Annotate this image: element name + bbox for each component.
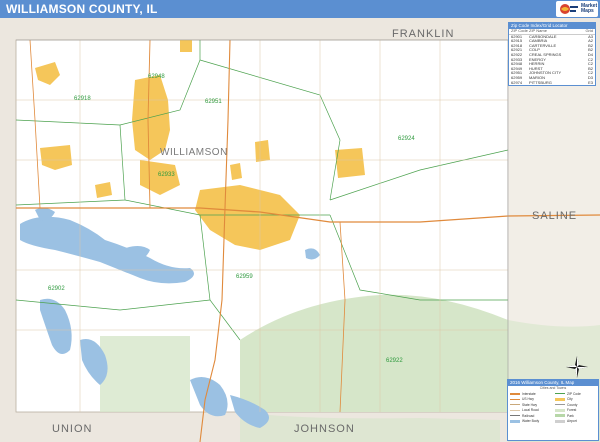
col-grid: Grid — [585, 28, 593, 33]
col-name: ZIP Name — [529, 28, 547, 33]
zip-label: 62951 — [205, 99, 222, 105]
map-title: WILLIAMSON COUNTY, IL — [6, 2, 158, 16]
globe-logo-icon — [560, 4, 578, 14]
interstate-swatch — [510, 392, 520, 395]
legend-label: US Hwy — [522, 397, 534, 402]
forest-swatch — [555, 408, 565, 412]
urban-small — [230, 163, 242, 180]
legend-label: County — [567, 402, 578, 407]
county-swatch — [555, 404, 565, 406]
legend-label: Forest — [567, 408, 577, 413]
legend-label: Airport — [567, 419, 577, 424]
legend-grid: Interstate US Hwy State Hwy Local Road R… — [508, 391, 598, 424]
city-swatch — [555, 397, 565, 401]
airport-swatch — [555, 419, 565, 423]
local-road-swatch — [510, 409, 520, 411]
zip-label: 62948 — [148, 74, 165, 80]
park-swatch — [555, 414, 565, 418]
legend-label: Local Road — [522, 408, 539, 413]
legend-col-left: Interstate US Hwy State Hwy Local Road R… — [508, 391, 553, 424]
legend-label: Railroad — [522, 413, 535, 418]
legend-label: Park — [567, 413, 574, 418]
neighbor-union: UNION — [52, 423, 92, 435]
urban-johnston-city — [335, 148, 365, 178]
water-swatch — [510, 419, 520, 423]
urban-small — [255, 140, 270, 162]
county-label-williamson: WILLIAMSON — [160, 147, 228, 158]
title-bar: WILLIAMSON COUNTY, IL Market Maps — [0, 0, 600, 18]
compass-rose-icon — [566, 356, 588, 378]
urban-small — [180, 40, 192, 52]
legend-col-right: ZIP Code City County Forest Park Airport — [553, 391, 598, 424]
forest-area-west — [100, 336, 190, 412]
state-hwy-swatch — [510, 404, 520, 406]
zip-label: 62902 — [48, 286, 65, 292]
legend-label: City — [567, 397, 573, 402]
legend-label: State Hwy — [522, 402, 538, 407]
legend-label: ZIP Code — [567, 391, 581, 396]
zip-label: 62933 — [158, 172, 175, 178]
cell-name: PITTSBURG — [529, 79, 552, 85]
cell-zip: 62974 — [511, 79, 523, 85]
zip-swatch — [555, 393, 565, 395]
railroad-swatch — [510, 415, 520, 417]
col-zip: ZIP Code — [511, 28, 528, 33]
legend-label: Water Body — [522, 419, 540, 424]
zip-label: 62959 — [236, 274, 253, 280]
zip-label: 62922 — [386, 358, 403, 364]
legend-item: Airport — [553, 419, 598, 425]
neighbor-franklin: FRANKLIN — [392, 28, 454, 40]
table-row: 62974 PITTSBURG E3 — [509, 79, 595, 86]
logo-text: Market Maps — [581, 3, 598, 14]
zip-label: 62918 — [74, 96, 91, 102]
legend-item: Water Body — [508, 419, 553, 425]
zip-index-table: Zip Code Index/Grid Locator ZIP Code ZIP… — [508, 22, 596, 87]
cell-grid: E3 — [588, 79, 593, 85]
us-hwy-swatch — [510, 398, 520, 400]
neighbor-saline: SALINE — [532, 210, 577, 222]
zip-label: 62924 — [398, 136, 415, 142]
legend-label: Interstate — [522, 391, 536, 396]
map-legend: 2016 Williamson County, IL Map Cities an… — [507, 379, 599, 441]
publisher-logo: Market Maps — [556, 1, 598, 17]
neighbor-johnson: JOHNSON — [294, 423, 355, 435]
